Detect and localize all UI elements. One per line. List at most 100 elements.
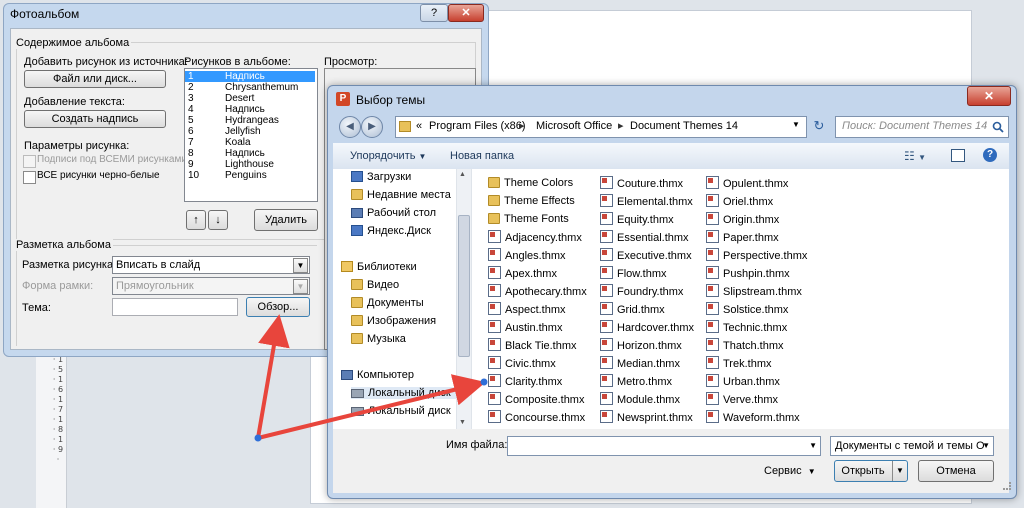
file-item[interactable]: Theme Colors — [488, 176, 573, 190]
file-item[interactable]: Module.thmx — [600, 392, 680, 407]
pictures-listbox[interactable]: 1 Надпись 2 Chrysanthemum 3 Desert 4 Надпись 5 Hy… — [184, 68, 318, 202]
address-bar[interactable]: « Program Files (x86) ▸ Microsoft Office… — [395, 116, 807, 138]
scrollbar-thumb[interactable] — [458, 215, 470, 357]
nav-item[interactable]: Библиотеки — [341, 261, 417, 273]
nav-item[interactable]: Документы — [351, 297, 424, 309]
nav-item[interactable]: Видео — [351, 279, 399, 291]
filetype-select[interactable]: Документы с темой и темы О ▼ — [830, 436, 994, 456]
forward-button[interactable]: ▶ — [361, 116, 383, 138]
scroll-down-icon[interactable]: ▼ — [459, 419, 466, 426]
file-item[interactable]: Elemental.thmx — [600, 194, 693, 209]
file-item[interactable]: Theme Fonts — [488, 212, 569, 226]
file-item[interactable]: Equity.thmx — [600, 212, 674, 227]
breadcrumb-document-themes[interactable]: Document Themes 14 — [630, 120, 738, 132]
picture-list-item[interactable]: 6 Jellyfish — [185, 126, 315, 137]
nav-item[interactable]: Недавние места — [351, 189, 451, 201]
nav-item[interactable]: Изображения — [351, 315, 436, 327]
tools-menu[interactable]: Сервис ▼ — [764, 465, 816, 477]
file-item[interactable]: Oriel.thmx — [706, 194, 773, 209]
file-item[interactable]: Metro.thmx — [600, 374, 672, 389]
file-disk-button[interactable]: Файл или диск... — [24, 70, 166, 88]
file-item[interactable]: Median.thmx — [600, 356, 680, 371]
nav-item[interactable]: Компьютер — [341, 369, 414, 381]
picture-list-item[interactable]: 4 Надпись — [185, 104, 315, 115]
file-item[interactable]: Clarity.thmx — [488, 374, 562, 389]
picture-list-item[interactable]: 10 Penguins — [185, 170, 315, 181]
resize-grip[interactable] — [1003, 482, 1011, 490]
file-item[interactable]: Angles.thmx — [488, 248, 566, 263]
nav-item[interactable]: Локальный диск — [351, 387, 457, 399]
close-button[interactable]: ✕ — [967, 86, 1011, 106]
new-textbox-button[interactable]: Создать надпись — [24, 110, 166, 128]
file-item[interactable]: Flow.thmx — [600, 266, 667, 281]
picture-list-item[interactable]: 2 Chrysanthemum — [185, 82, 315, 93]
file-item[interactable]: Verve.thmx — [706, 392, 778, 407]
picture-list-item[interactable]: 8 Надпись — [185, 148, 315, 159]
file-item[interactable]: Pushpin.thmx — [706, 266, 790, 281]
file-item[interactable]: Thatch.thmx — [706, 338, 784, 353]
file-item[interactable]: Urban.thmx — [706, 374, 780, 389]
search-icon[interactable] — [992, 121, 1004, 133]
picture-list-item[interactable]: 3 Desert — [185, 93, 315, 104]
back-button[interactable]: ◀ — [339, 116, 361, 138]
captions-below-checkbox[interactable] — [23, 155, 36, 168]
help-icon[interactable]: ? — [983, 148, 997, 162]
file-item[interactable]: Civic.thmx — [488, 356, 556, 371]
refresh-icon[interactable]: ↻ — [809, 116, 829, 136]
browse-button[interactable]: Обзор... — [246, 297, 310, 317]
file-item[interactable]: Theme Effects — [488, 194, 575, 208]
file-item[interactable]: Perspective.thmx — [706, 248, 807, 263]
breadcrumb-program-files[interactable]: Program Files (x86) — [429, 120, 526, 132]
file-item[interactable]: Essential.thmx — [600, 230, 689, 245]
file-item[interactable]: Aspect.thmx — [488, 302, 566, 317]
view-options-icon[interactable]: ☷ ▼ — [904, 149, 926, 163]
breadcrumb-microsoft-office[interactable]: Microsoft Office — [536, 120, 612, 132]
nav-item[interactable]: Загрузки — [351, 171, 411, 183]
open-split-button[interactable]: Открыть ▼ — [834, 460, 908, 482]
cancel-button[interactable]: Отмена — [918, 460, 994, 482]
file-item[interactable]: Waveform.thmx — [706, 410, 800, 425]
file-item[interactable]: Paper.thmx — [706, 230, 779, 245]
file-item[interactable]: Concourse.thmx — [488, 410, 585, 425]
close-button[interactable]: ✕ — [448, 4, 484, 22]
theme-input[interactable] — [112, 298, 238, 316]
nav-item[interactable]: Музыка — [351, 333, 406, 345]
scroll-up-icon[interactable]: ▲ — [459, 171, 466, 178]
file-item[interactable]: Apex.thmx — [488, 266, 557, 281]
chevron-down-icon[interactable]: ▼ — [892, 461, 907, 481]
file-item[interactable]: Hardcover.thmx — [600, 320, 694, 335]
move-up-button[interactable]: ↑ — [186, 210, 206, 230]
file-item[interactable]: Origin.thmx — [706, 212, 779, 227]
filename-input[interactable]: ▼ — [507, 436, 821, 456]
file-item[interactable]: Trek.thmx — [706, 356, 772, 371]
file-item[interactable]: Solstice.thmx — [706, 302, 788, 317]
picture-list-item[interactable]: 7 Koala — [185, 137, 315, 148]
breadcrumb-overflow[interactable]: « — [416, 120, 422, 132]
file-item[interactable]: Opulent.thmx — [706, 176, 788, 191]
open-button[interactable]: Открыть — [835, 461, 891, 481]
frame-shape-select[interactable]: Прямоугольник ▼ — [112, 277, 310, 295]
picture-layout-select[interactable]: Вписать в слайд ▼ — [112, 256, 310, 274]
file-item[interactable]: Adjacency.thmx — [488, 230, 582, 245]
file-item[interactable]: Slipstream.thmx — [706, 284, 802, 299]
move-down-button[interactable]: ↓ — [208, 210, 228, 230]
file-item[interactable]: Apothecary.thmx — [488, 284, 587, 299]
all-bw-checkbox[interactable] — [23, 171, 36, 184]
help-button[interactable]: ? — [420, 4, 448, 22]
delete-button[interactable]: Удалить — [254, 209, 318, 231]
picture-list-item[interactable]: 5 Hydrangeas — [185, 115, 315, 126]
chevron-down-icon[interactable]: ▼ — [792, 120, 800, 129]
picture-list-item[interactable]: 9 Lighthouse — [185, 159, 315, 170]
file-item[interactable]: Horizon.thmx — [600, 338, 682, 353]
file-item[interactable]: Austin.thmx — [488, 320, 562, 335]
preview-pane-icon[interactable] — [951, 149, 965, 162]
file-item[interactable]: Couture.thmx — [600, 176, 683, 191]
file-item[interactable]: Black Tie.thmx — [488, 338, 577, 353]
file-item[interactable]: Foundry.thmx — [600, 284, 683, 299]
file-item[interactable]: Composite.thmx — [488, 392, 584, 407]
file-item[interactable]: Newsprint.thmx — [600, 410, 693, 425]
nav-item[interactable]: Локальный диск — [351, 405, 451, 417]
nav-item[interactable]: Яндекс.Диск — [351, 225, 431, 237]
chevron-down-icon[interactable]: ▼ — [809, 441, 817, 450]
new-folder-button[interactable]: Новая папка — [450, 150, 514, 162]
